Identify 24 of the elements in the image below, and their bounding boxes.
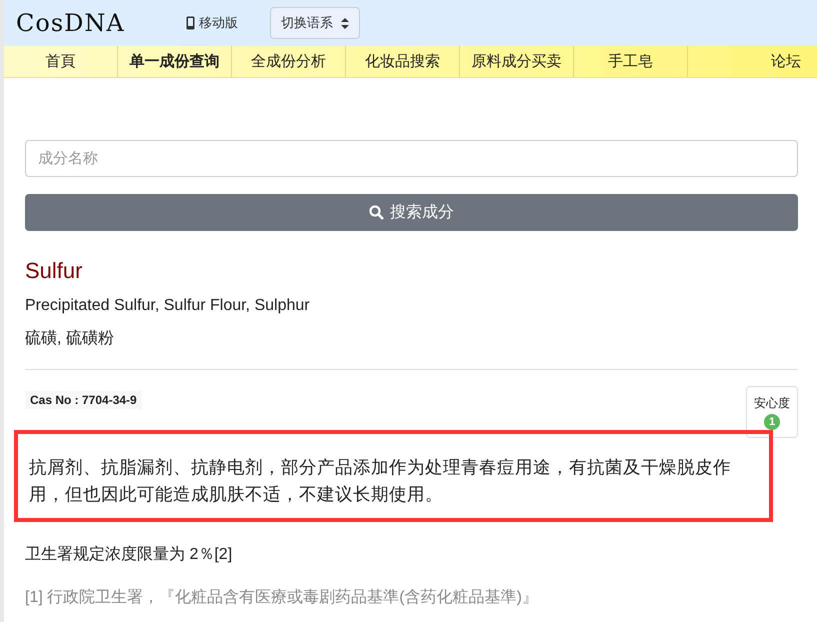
safety-label: 安心度 [754,394,790,412]
search-button[interactable]: 搜索成分 [25,194,798,231]
nav-tab[interactable]: 化妆品搜索 [346,46,460,77]
chinese-names: 硫磺, 硫磺粉 [25,328,115,349]
nav-tab[interactable]: 全成份分析 [232,46,346,77]
regulation-text: 卫生署规定浓度限量为 2％[2] [25,544,234,565]
nav-tab[interactable]: 首頁 [4,46,118,77]
sort-caret-icon [341,18,349,28]
ingredient-name: Sulfur [25,258,84,284]
nav-tab[interactable]: 手工皂 [574,46,688,77]
site-logo[interactable]: CosDNA [16,9,186,37]
search-icon [369,205,384,220]
alias-names: Precipitated Sulfur, Sulfur Flour, Sulphur [25,297,311,315]
cas-number: Cas No : 7704-34-9 [25,391,142,409]
mobile-version-link[interactable]: 移动版 [186,14,270,32]
reference-text: [1] 行政院卫生署，『化粧品含有医療或毒剧药品基準(含药化粧品基準)』 [25,588,539,608]
description-text: 抗屑剂、抗脂漏剂、抗静电剂，部分产品添加作为处理青春痘用途，有抗菌及干燥脱皮作用，但也因此可能造成肌肤不适，不建议长期使用。 [29,456,732,506]
safety-score: 1 [764,414,780,430]
nav-tab[interactable]: 原料成分买卖 [460,46,574,77]
language-select[interactable]: 切换语系 [270,7,360,39]
search-field[interactable]: 成分名称 [25,140,798,177]
nav-tab[interactable]: 论坛 [688,46,817,77]
phone-icon [186,16,195,30]
nav-tab[interactable]: 单一成份查询 [118,46,232,77]
